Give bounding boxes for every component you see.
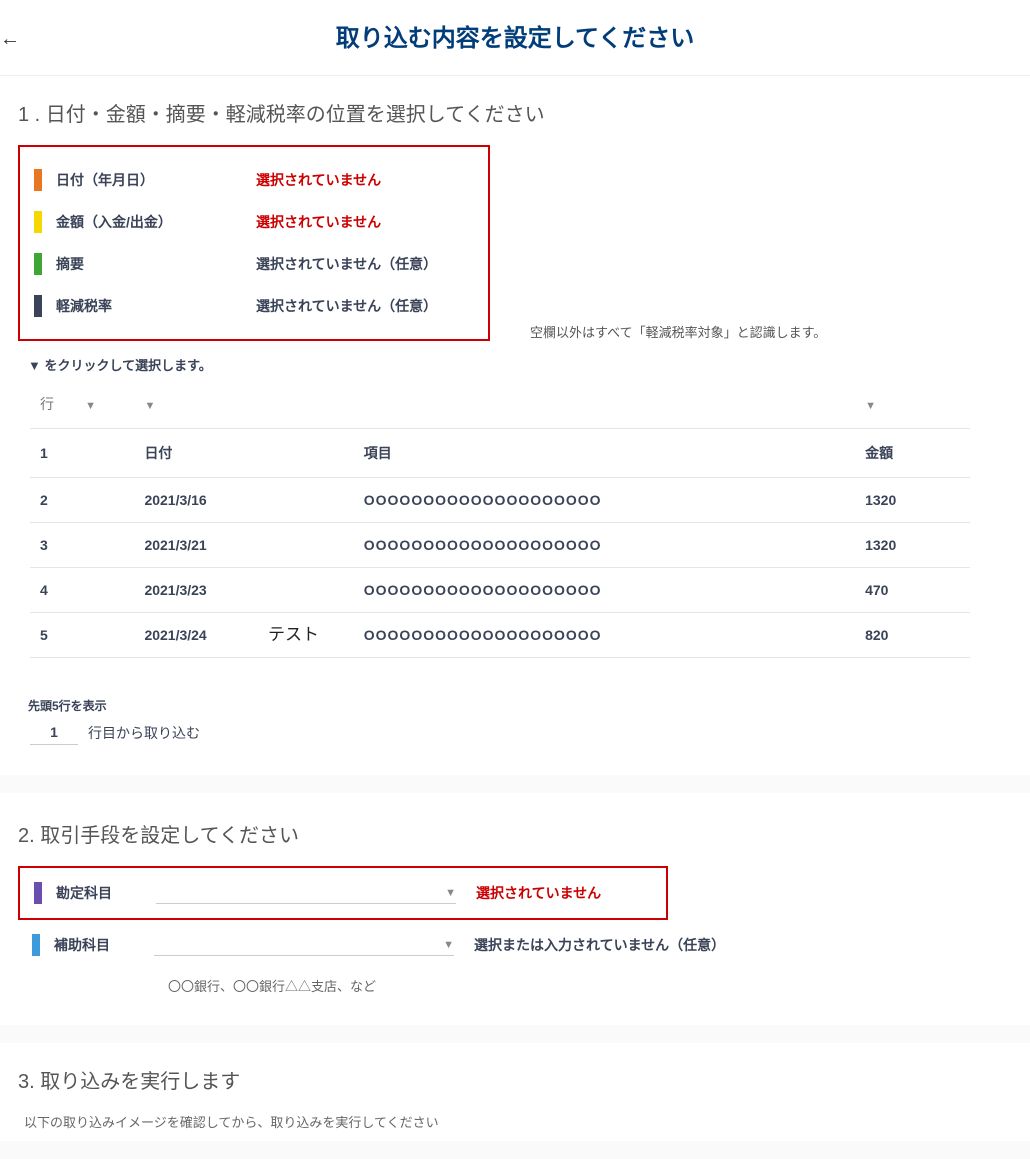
chip-amount-icon [34, 211, 42, 233]
table-row: 4 2021/3/23 OOOOOOOOOOOOOOOOOOOO 470 [30, 568, 970, 613]
legend-row-summary: 摘要 選択されていません（任意） [34, 243, 474, 285]
table-footer-note: 先頭5行を表示 [28, 697, 1012, 714]
section-3: 3. 取り込みを実行します 以下の取り込みイメージを確認してから、取り込みを実行… [0, 1043, 1030, 1141]
chip-summary-icon [34, 253, 42, 275]
legend-row-date: 日付（年月日） 選択されていません [34, 159, 474, 201]
th-date: 日付 [134, 429, 353, 478]
legend-label-amount: 金額（入金/出金） [56, 212, 256, 232]
legend-status-amount: 選択されていません [256, 212, 381, 232]
select-hint: ▼ をクリックして選択します。 [28, 355, 1012, 374]
table-row: 3 2021/3/21 OOOOOOOOOOOOOOOOOOOO 1320 [30, 523, 970, 568]
section-1-title: 1 . 日付・金額・摘要・軽減税率の位置を選択してください [18, 98, 1012, 127]
sub-account-status: 選択または入力されていません（任意） [474, 935, 725, 955]
sub-account-label: 補助科目 [54, 935, 154, 955]
chevron-down-icon: ▼ [443, 939, 454, 951]
test-label: テスト [268, 620, 1012, 645]
th-item: 項目 [354, 429, 855, 478]
chip-account-icon [34, 882, 42, 904]
legend-box: 日付（年月日） 選択されていません 金額（入金/出金） 選択されていません 摘要… [18, 145, 490, 341]
col-select-2[interactable]: ▼ [144, 400, 155, 412]
account-field-box: 勘定科目 ▼ 選択されていません [18, 866, 668, 920]
legend-label-date: 日付（年月日） [56, 170, 256, 190]
import-from-row-input[interactable] [30, 720, 78, 745]
chip-date-icon [34, 169, 42, 191]
col-select-3[interactable]: ▼ [865, 400, 876, 412]
account-select[interactable]: ▼ [156, 883, 456, 904]
table-row: 1 日付 項目 金額 [30, 429, 970, 478]
import-from-row-label: 行目から取り込む [88, 723, 200, 743]
page-title: 取り込む内容を設定してください [0, 18, 1030, 53]
section-2: 2. 取引手段を設定してください 勘定科目 ▼ 選択されていません 補助科目 ▼… [0, 793, 1030, 1025]
legend-label-summary: 摘要 [56, 254, 256, 274]
table-row: 2 2021/3/16 OOOOOOOOOOOOOOOOOOOO 1320 [30, 478, 970, 523]
sub-account-select[interactable]: ▼ [154, 935, 454, 956]
preview-table: 行 ▼ ▼ ▼ 1 日付 項目 金額 2 2021/3/16 OOOOOOOOO… [30, 380, 970, 658]
legend-status-summary: 選択されていません（任意） [256, 254, 437, 274]
section-3-note: 以下の取り込みイメージを確認してから、取り込みを実行してください [24, 1112, 1012, 1131]
sub-account-row: 補助科目 ▼ 選択または入力されていません（任意） [18, 920, 768, 970]
account-status: 選択されていません [476, 883, 601, 903]
legend-label-tax: 軽減税率 [56, 296, 256, 316]
section-3-title: 3. 取り込みを実行します [18, 1065, 1012, 1094]
tax-note: 空欄以外はすべて「軽減税率対象」と認識します。 [530, 322, 826, 341]
th-amount: 金額 [855, 429, 970, 478]
section-1: 1 . 日付・金額・摘要・軽減税率の位置を選択してください 日付（年月日） 選択… [0, 76, 1030, 775]
legend-row-tax: 軽減税率 選択されていません（任意） [34, 285, 474, 327]
account-label: 勘定科目 [56, 883, 156, 903]
legend-status-tax: 選択されていません（任意） [256, 296, 437, 316]
back-arrow-icon[interactable]: ← [0, 28, 20, 51]
chevron-down-icon: ▼ [445, 887, 456, 899]
th-row: 行 [40, 396, 54, 412]
chip-tax-icon [34, 295, 42, 317]
legend-status-date: 選択されていません [256, 170, 381, 190]
section-2-title: 2. 取引手段を設定してください [18, 819, 1012, 848]
legend-row-amount: 金額（入金/出金） 選択されていません [34, 201, 474, 243]
chip-sub-account-icon [32, 934, 40, 956]
col-select-1[interactable]: ▼ [85, 400, 96, 412]
sub-account-hint: 〇〇銀行、〇〇銀行△△支店、など [168, 976, 1012, 995]
